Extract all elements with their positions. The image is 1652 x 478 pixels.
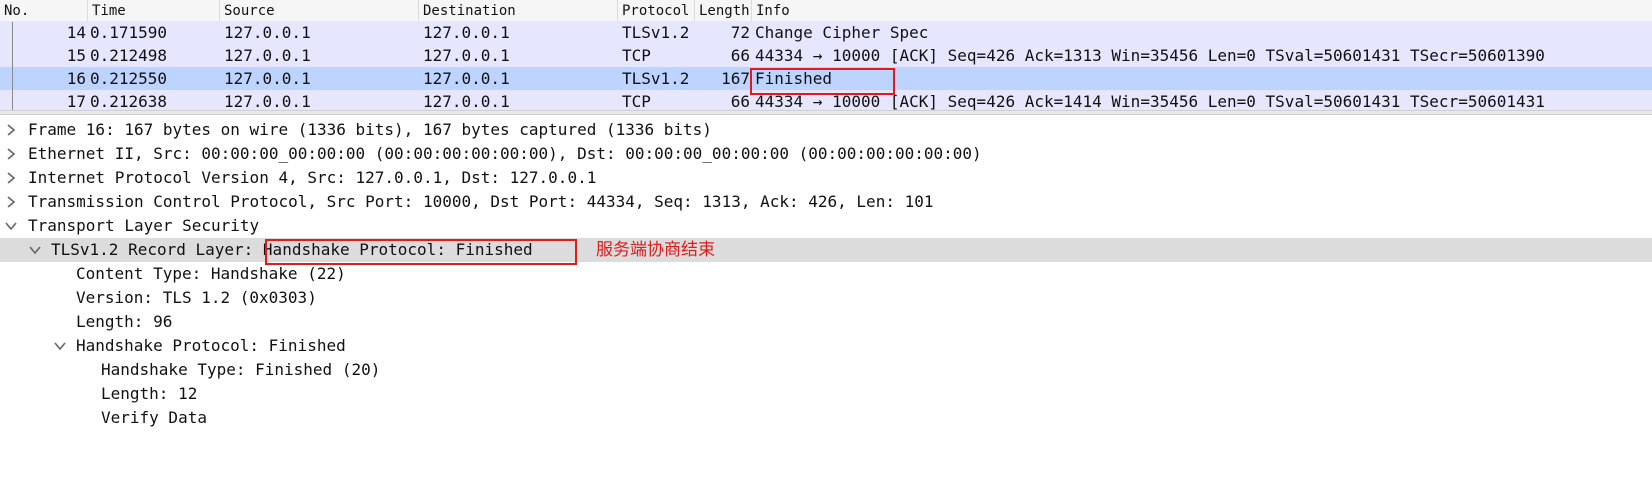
tree-item-tcp[interactable]: Transmission Control Protocol, Src Port:… xyxy=(0,190,1652,214)
packet-protocol: TLSv1.2 xyxy=(622,23,690,42)
tree-item-label: Verify Data xyxy=(101,408,207,427)
packet-time: 0.212638 xyxy=(90,92,168,110)
packet-source: 127.0.0.1 xyxy=(224,46,311,65)
column-header-bar: No. Time Source Destination Protocol Len… xyxy=(0,0,1652,23)
tree-item-verify-data[interactable]: Verify Data xyxy=(0,406,1652,430)
chevron-down-icon[interactable] xyxy=(54,334,68,358)
tree-item-label: Version: TLS 1.2 (0x0303) xyxy=(76,288,317,307)
column-header-protocol[interactable]: Protocol xyxy=(618,0,695,22)
tree-item-label: Transmission Control Protocol, Src Port:… xyxy=(28,192,934,211)
packet-destination: 127.0.0.1 xyxy=(423,46,510,65)
chevron-right-icon[interactable] xyxy=(6,190,20,214)
related-packet-line xyxy=(12,22,13,110)
packet-row[interactable]: 15 0.212498 127.0.0.1 127.0.0.1 TCP 66 4… xyxy=(0,44,1652,68)
packet-row[interactable]: 14 0.171590 127.0.0.1 127.0.0.1 TLSv1.2 … xyxy=(0,21,1652,45)
tree-item-handshake-type[interactable]: Handshake Type: Finished (20) xyxy=(0,358,1652,382)
tree-item-handshake-protocol[interactable]: Handshake Protocol: Finished xyxy=(0,334,1652,358)
column-header-length[interactable]: Length xyxy=(695,0,752,22)
column-header-info[interactable]: Info xyxy=(752,0,1652,22)
packet-destination: 127.0.0.1 xyxy=(423,92,510,110)
column-header-source[interactable]: Source xyxy=(220,0,419,22)
tree-item-label: Ethernet II, Src: 00:00:00_00:00:00 (00:… xyxy=(28,144,982,163)
tree-item-version[interactable]: Version: TLS 1.2 (0x0303) xyxy=(0,286,1652,310)
packet-info: Finished xyxy=(755,69,833,88)
chevron-right-icon[interactable] xyxy=(6,118,20,142)
tree-item-ip[interactable]: Internet Protocol Version 4, Src: 127.0.… xyxy=(0,166,1652,190)
packet-no: 15 xyxy=(66,46,86,65)
tree-item-label: Length: 96 xyxy=(76,312,173,331)
packet-source: 127.0.0.1 xyxy=(224,23,311,42)
packet-info: 44334 → 10000 [ACK] Seq=426 Ack=1313 Win… xyxy=(755,46,1545,65)
packet-details-pane[interactable]: Frame 16: 167 bytes on wire (1336 bits),… xyxy=(0,115,1652,478)
chevron-down-icon[interactable] xyxy=(29,238,43,262)
packet-row[interactable]: 17 0.212638 127.0.0.1 127.0.0.1 TCP 66 4… xyxy=(0,90,1652,110)
packet-time: 0.171590 xyxy=(90,23,168,42)
tree-item-label: Internet Protocol Version 4, Src: 127.0.… xyxy=(28,168,597,187)
tree-item-record-layer[interactable]: TLSv1.2 Record Layer: Handshake Protocol… xyxy=(0,238,1652,262)
packet-no: 17 xyxy=(66,92,86,110)
packet-info: 44334 → 10000 [ACK] Seq=426 Ack=1414 Win… xyxy=(755,92,1545,110)
chevron-right-icon[interactable] xyxy=(6,142,20,166)
packet-source: 127.0.0.1 xyxy=(224,92,311,110)
packet-no: 14 xyxy=(66,23,86,42)
column-header-destination[interactable]: Destination xyxy=(419,0,618,22)
chevron-right-icon[interactable] xyxy=(6,166,20,190)
tree-item-label: TLSv1.2 Record Layer: Handshake Protocol… xyxy=(51,238,533,262)
record-layer-suffix: Handshake Protocol: Finished xyxy=(262,240,533,259)
packet-protocol: TCP xyxy=(622,92,651,110)
record-layer-prefix: TLSv1.2 Record Layer: xyxy=(51,240,263,259)
column-header-no[interactable]: No. xyxy=(0,0,88,22)
packet-time: 0.212498 xyxy=(90,46,168,65)
tree-item-ethernet[interactable]: Ethernet II, Src: 00:00:00_00:00:00 (00:… xyxy=(0,142,1652,166)
packet-info: Change Cipher Spec xyxy=(755,23,929,42)
tree-item-label: Frame 16: 167 bytes on wire (1336 bits),… xyxy=(28,120,712,139)
annotation-text: 服务端协商结束 xyxy=(596,240,715,260)
packet-list-pane[interactable]: No. Time Source Destination Protocol Len… xyxy=(0,0,1652,110)
tree-item-content-type[interactable]: Content Type: Handshake (22) xyxy=(0,262,1652,286)
tree-item-label: Handshake Type: Finished (20) xyxy=(101,360,381,379)
packet-protocol: TLSv1.2 xyxy=(622,69,690,88)
tree-item-label: Handshake Protocol: Finished xyxy=(76,336,346,355)
packet-length: 167 xyxy=(721,69,750,88)
packet-no: 16 xyxy=(66,69,86,88)
tree-item-frame[interactable]: Frame 16: 167 bytes on wire (1336 bits),… xyxy=(0,118,1652,142)
packet-destination: 127.0.0.1 xyxy=(423,23,510,42)
packet-row-selected[interactable]: 16 0.212550 127.0.0.1 127.0.0.1 TLSv1.2 … xyxy=(0,67,1652,91)
tree-item-label: Transport Layer Security xyxy=(28,216,260,235)
tree-item-handshake-length[interactable]: Length: 12 xyxy=(0,382,1652,406)
chevron-down-icon[interactable] xyxy=(5,214,19,238)
packet-length: 72 xyxy=(730,23,750,42)
tree-item-length[interactable]: Length: 96 xyxy=(0,310,1652,334)
packet-length: 66 xyxy=(730,92,750,110)
packet-protocol: TCP xyxy=(622,46,651,65)
tree-item-label: Length: 12 xyxy=(101,384,198,403)
packet-source: 127.0.0.1 xyxy=(224,69,311,88)
packet-length: 66 xyxy=(730,46,750,65)
tree-item-label: Content Type: Handshake (22) xyxy=(76,264,346,283)
packet-time: 0.212550 xyxy=(90,69,168,88)
tree-item-tls[interactable]: Transport Layer Security xyxy=(0,214,1652,238)
packet-destination: 127.0.0.1 xyxy=(423,69,510,88)
column-header-time[interactable]: Time xyxy=(88,0,220,22)
